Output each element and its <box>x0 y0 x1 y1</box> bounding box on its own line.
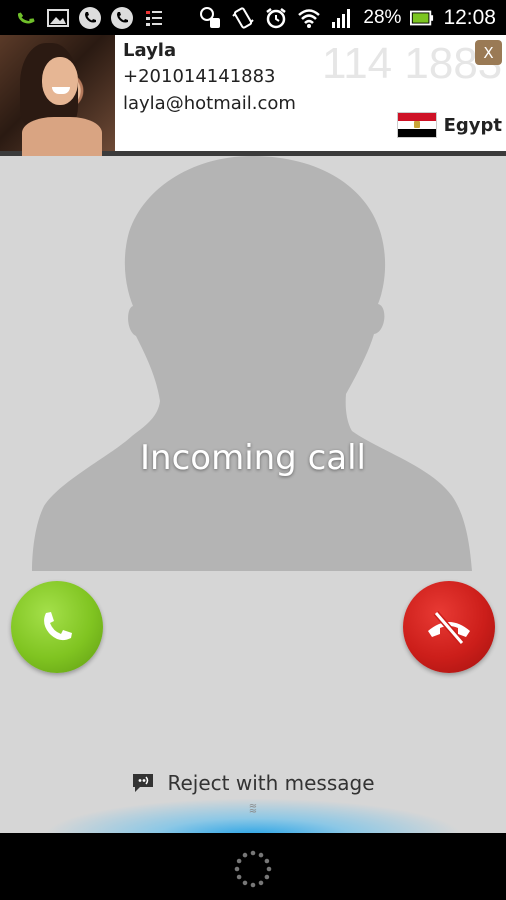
egypt-flag-icon <box>396 112 437 138</box>
incoming-call-screen: Incoming call ≈ ≈ Reject with message <box>0 156 506 836</box>
navigation-bar <box>0 833 506 900</box>
phone-hangup-icon <box>428 611 470 645</box>
task-list-icon <box>142 6 166 30</box>
wifi-icon <box>297 6 321 30</box>
phone-icon <box>78 6 102 30</box>
decline-call-button[interactable] <box>403 581 495 673</box>
answer-call-button[interactable] <box>11 581 103 673</box>
reject-with-message-button[interactable]: Reject with message <box>0 771 506 795</box>
nfc-icon <box>198 6 222 30</box>
phone-icon <box>110 6 134 30</box>
call-status: Incoming call <box>140 438 366 478</box>
phone-answer-icon <box>44 612 72 641</box>
contact-email: layla@hotmail.com <box>123 93 296 114</box>
battery-percent: 28% <box>363 6 402 28</box>
message-bubble-icon <box>133 774 154 792</box>
country-name: Egypt <box>443 114 502 136</box>
clock: 12:08 <box>443 5 496 29</box>
loading-spinner-icon <box>234 850 272 888</box>
caller-info-card: 114 1883 Layla +201014141883 layla@hotma… <box>0 35 506 157</box>
signal-icon <box>330 6 354 30</box>
vibrate-icon <box>231 6 255 30</box>
default-avatar-silhouette <box>32 156 472 571</box>
contact-phone: +201014141883 <box>123 66 276 87</box>
battery-icon <box>410 6 434 30</box>
gallery-icon <box>46 6 70 30</box>
contact-name: Layla <box>123 40 177 61</box>
status-bar: 28% 12:08 <box>0 0 506 35</box>
country-badge: Egypt <box>396 112 502 138</box>
call-in-progress-icon <box>14 6 38 30</box>
alarm-icon <box>264 6 288 30</box>
reject-with-message-label: Reject with message <box>167 771 375 795</box>
drag-handle[interactable]: ≈ ≈ <box>242 802 264 817</box>
contact-photo <box>0 35 115 157</box>
close-card-button[interactable]: X <box>475 40 502 65</box>
